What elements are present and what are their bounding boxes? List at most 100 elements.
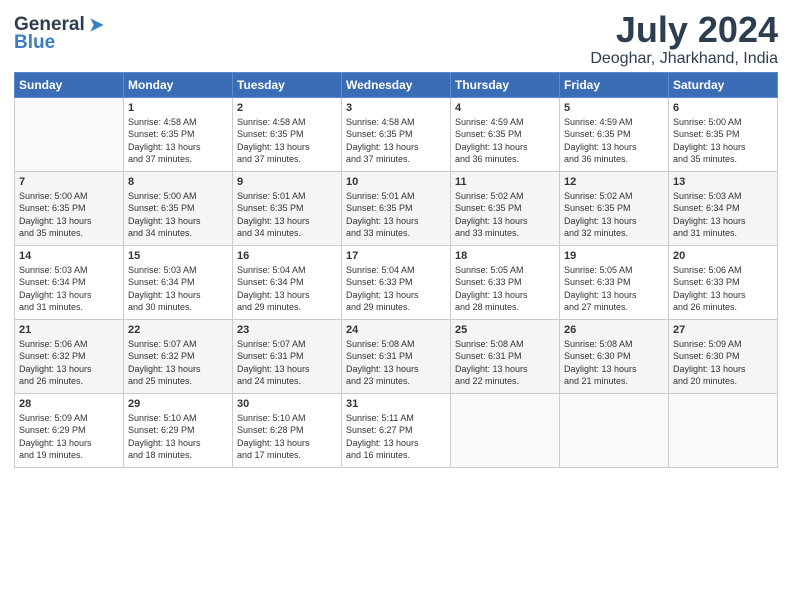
calendar-container: General Blue July 2024 Deoghar, Jharkhan… bbox=[0, 0, 792, 478]
calendar-day-cell: 29 Sunrise: 5:10 AM Sunset: 6:29 PM Dayli… bbox=[124, 393, 233, 467]
calendar-day-cell: 5Sunrise: 4:59 AM Sunset: 6:35 PM Daylig… bbox=[560, 97, 669, 171]
col-wednesday: Wednesday bbox=[342, 72, 451, 97]
calendar-day-cell: 12 Sunrise: 5:02 AM Sunset: 6:35 PM Dayli… bbox=[560, 171, 669, 245]
day-number: 29 bbox=[128, 398, 228, 410]
day-number: 19 bbox=[564, 250, 664, 262]
calendar-day-cell: 8 Sunrise: 5:00 AM Sunset: 6:35 PM Daylig… bbox=[124, 171, 233, 245]
day-info: Sunrise: 5:08 AM Sunset: 6:31 PM Dayligh… bbox=[346, 338, 446, 388]
calendar-day-cell: 19Sunrise: 5:05 AM Sunset: 6:33 PM Dayli… bbox=[560, 245, 669, 319]
calendar-week-row: 7 Sunrise: 5:00 AM Sunset: 6:35 PM Daylig… bbox=[15, 171, 778, 245]
day-number: 4 bbox=[455, 102, 555, 114]
day-number: 1 bbox=[128, 102, 228, 114]
day-info: Sunrise: 5:05 AM Sunset: 6:33 PM Dayligh… bbox=[455, 264, 555, 314]
day-number: 30 bbox=[237, 398, 337, 410]
location-subtitle: Deoghar, Jharkhand, India bbox=[590, 50, 778, 68]
calendar-day-cell: 9 Sunrise: 5:01 AM Sunset: 6:35 PM Daylig… bbox=[233, 171, 342, 245]
calendar-day-cell: 3 Sunrise: 4:58 AM Sunset: 6:35 PM Daylig… bbox=[342, 97, 451, 171]
calendar-day-cell: 23 Sunrise: 5:07 AM Sunset: 6:31 PM Dayli… bbox=[233, 319, 342, 393]
calendar-day-cell: 6Sunrise: 5:00 AM Sunset: 6:35 PM Daylig… bbox=[669, 97, 778, 171]
calendar-header-row: Sunday Monday Tuesday Wednesday Thursday… bbox=[15, 72, 778, 97]
day-number: 28 bbox=[19, 398, 119, 410]
title-block: July 2024 Deoghar, Jharkhand, India bbox=[590, 10, 778, 68]
col-friday: Friday bbox=[560, 72, 669, 97]
day-number: 25 bbox=[455, 324, 555, 336]
calendar-day-cell: 11 Sunrise: 5:02 AM Sunset: 6:35 PM Dayli… bbox=[451, 171, 560, 245]
day-info: Sunrise: 4:58 AM Sunset: 6:35 PM Dayligh… bbox=[128, 116, 228, 166]
day-info: Sunrise: 5:06 AM Sunset: 6:33 PM Dayligh… bbox=[673, 264, 773, 314]
day-info: Sunrise: 5:01 AM Sunset: 6:35 PM Dayligh… bbox=[346, 190, 446, 240]
col-tuesday: Tuesday bbox=[233, 72, 342, 97]
day-info: Sunrise: 5:04 AM Sunset: 6:33 PM Dayligh… bbox=[346, 264, 446, 314]
calendar-week-row: 21Sunrise: 5:06 AM Sunset: 6:32 PM Dayli… bbox=[15, 319, 778, 393]
day-info: Sunrise: 5:11 AM Sunset: 6:27 PM Dayligh… bbox=[346, 412, 446, 462]
day-number: 17 bbox=[346, 250, 446, 262]
day-info: Sunrise: 5:09 AM Sunset: 6:29 PM Dayligh… bbox=[19, 412, 119, 462]
day-number: 7 bbox=[19, 176, 119, 188]
day-number: 21 bbox=[19, 324, 119, 336]
col-sunday: Sunday bbox=[15, 72, 124, 97]
day-number: 16 bbox=[237, 250, 337, 262]
day-number: 20 bbox=[673, 250, 773, 262]
month-year-title: July 2024 bbox=[590, 10, 778, 50]
calendar-day-cell: 20 Sunrise: 5:06 AM Sunset: 6:33 PM Dayli… bbox=[669, 245, 778, 319]
day-info: Sunrise: 5:02 AM Sunset: 6:35 PM Dayligh… bbox=[564, 190, 664, 240]
day-number: 27 bbox=[673, 324, 773, 336]
calendar-day-cell: 2Sunrise: 4:58 AM Sunset: 6:35 PM Daylig… bbox=[233, 97, 342, 171]
day-info: Sunrise: 5:01 AM Sunset: 6:35 PM Dayligh… bbox=[237, 190, 337, 240]
day-number: 8 bbox=[128, 176, 228, 188]
day-info: Sunrise: 5:04 AM Sunset: 6:34 PM Dayligh… bbox=[237, 264, 337, 314]
day-info: Sunrise: 5:03 AM Sunset: 6:34 PM Dayligh… bbox=[673, 190, 773, 240]
calendar-day-cell: 13Sunrise: 5:03 AM Sunset: 6:34 PM Dayli… bbox=[669, 171, 778, 245]
calendar-day-cell: 14 Sunrise: 5:03 AM Sunset: 6:34 PM Dayli… bbox=[15, 245, 124, 319]
calendar-day-cell bbox=[560, 393, 669, 467]
day-number: 31 bbox=[346, 398, 446, 410]
logo-icon bbox=[87, 15, 107, 35]
day-info: Sunrise: 5:10 AM Sunset: 6:28 PM Dayligh… bbox=[237, 412, 337, 462]
day-info: Sunrise: 4:58 AM Sunset: 6:35 PM Dayligh… bbox=[237, 116, 337, 166]
calendar-day-cell: 15 Sunrise: 5:03 AM Sunset: 6:34 PM Dayli… bbox=[124, 245, 233, 319]
calendar-day-cell bbox=[451, 393, 560, 467]
calendar-day-cell: 25 Sunrise: 5:08 AM Sunset: 6:31 PM Dayli… bbox=[451, 319, 560, 393]
day-info: Sunrise: 5:00 AM Sunset: 6:35 PM Dayligh… bbox=[673, 116, 773, 166]
calendar-day-cell: 21Sunrise: 5:06 AM Sunset: 6:32 PM Dayli… bbox=[15, 319, 124, 393]
day-info: Sunrise: 5:10 AM Sunset: 6:29 PM Dayligh… bbox=[128, 412, 228, 462]
calendar-day-cell: 30 Sunrise: 5:10 AM Sunset: 6:28 PM Dayli… bbox=[233, 393, 342, 467]
day-info: Sunrise: 5:08 AM Sunset: 6:31 PM Dayligh… bbox=[455, 338, 555, 388]
day-number: 9 bbox=[237, 176, 337, 188]
calendar-day-cell: 24 Sunrise: 5:08 AM Sunset: 6:31 PM Dayli… bbox=[342, 319, 451, 393]
day-info: Sunrise: 5:08 AM Sunset: 6:30 PM Dayligh… bbox=[564, 338, 664, 388]
day-info: Sunrise: 4:59 AM Sunset: 6:35 PM Dayligh… bbox=[455, 116, 555, 166]
day-number: 23 bbox=[237, 324, 337, 336]
day-info: Sunrise: 5:09 AM Sunset: 6:30 PM Dayligh… bbox=[673, 338, 773, 388]
day-number: 12 bbox=[564, 176, 664, 188]
day-info: Sunrise: 5:02 AM Sunset: 6:35 PM Dayligh… bbox=[455, 190, 555, 240]
calendar-day-cell: 16 Sunrise: 5:04 AM Sunset: 6:34 PM Dayli… bbox=[233, 245, 342, 319]
day-info: Sunrise: 5:00 AM Sunset: 6:35 PM Dayligh… bbox=[128, 190, 228, 240]
calendar-day-cell: 27 Sunrise: 5:09 AM Sunset: 6:30 PM Dayli… bbox=[669, 319, 778, 393]
day-number: 11 bbox=[455, 176, 555, 188]
calendar-day-cell: 22Sunrise: 5:07 AM Sunset: 6:32 PM Dayli… bbox=[124, 319, 233, 393]
calendar-table: Sunday Monday Tuesday Wednesday Thursday… bbox=[14, 72, 778, 468]
calendar-day-cell: 17 Sunrise: 5:04 AM Sunset: 6:33 PM Dayli… bbox=[342, 245, 451, 319]
calendar-day-cell: 4 Sunrise: 4:59 AM Sunset: 6:35 PM Daylig… bbox=[451, 97, 560, 171]
calendar-day-cell bbox=[15, 97, 124, 171]
day-info: Sunrise: 5:03 AM Sunset: 6:34 PM Dayligh… bbox=[128, 264, 228, 314]
day-info: Sunrise: 5:00 AM Sunset: 6:35 PM Dayligh… bbox=[19, 190, 119, 240]
calendar-week-row: 14 Sunrise: 5:03 AM Sunset: 6:34 PM Dayli… bbox=[15, 245, 778, 319]
calendar-week-row: 1 Sunrise: 4:58 AM Sunset: 6:35 PM Daylig… bbox=[15, 97, 778, 171]
day-number: 10 bbox=[346, 176, 446, 188]
calendar-day-cell: 10 Sunrise: 5:01 AM Sunset: 6:35 PM Dayli… bbox=[342, 171, 451, 245]
day-number: 24 bbox=[346, 324, 446, 336]
col-monday: Monday bbox=[124, 72, 233, 97]
day-info: Sunrise: 4:58 AM Sunset: 6:35 PM Dayligh… bbox=[346, 116, 446, 166]
calendar-day-cell: 26Sunrise: 5:08 AM Sunset: 6:30 PM Dayli… bbox=[560, 319, 669, 393]
day-number: 3 bbox=[346, 102, 446, 114]
day-info: Sunrise: 5:07 AM Sunset: 6:31 PM Dayligh… bbox=[237, 338, 337, 388]
day-number: 14 bbox=[19, 250, 119, 262]
calendar-day-cell: 31 Sunrise: 5:11 AM Sunset: 6:27 PM Dayli… bbox=[342, 393, 451, 467]
calendar-day-cell: 18Sunrise: 5:05 AM Sunset: 6:33 PM Dayli… bbox=[451, 245, 560, 319]
calendar-week-row: 28 Sunrise: 5:09 AM Sunset: 6:29 PM Dayli… bbox=[15, 393, 778, 467]
day-info: Sunrise: 5:03 AM Sunset: 6:34 PM Dayligh… bbox=[19, 264, 119, 314]
calendar-day-cell bbox=[669, 393, 778, 467]
day-number: 15 bbox=[128, 250, 228, 262]
